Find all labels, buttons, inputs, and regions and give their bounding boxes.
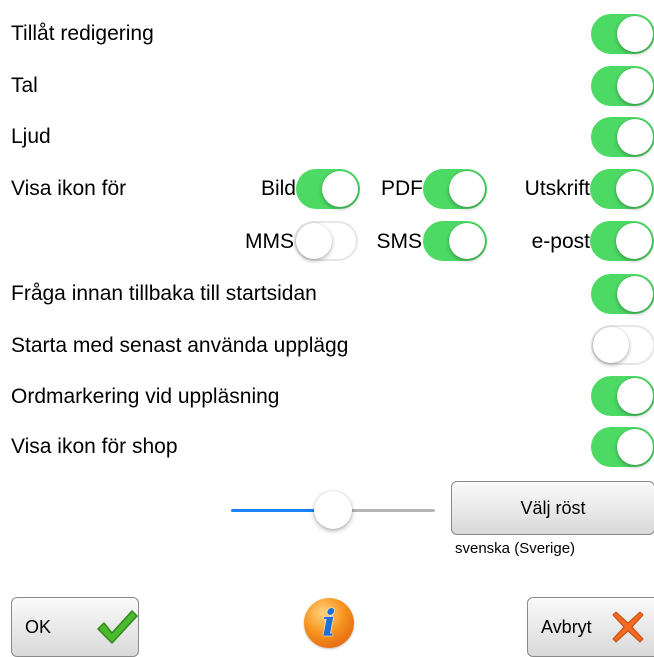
sound-toggle[interactable] bbox=[591, 117, 654, 157]
print-toggle[interactable] bbox=[590, 169, 654, 209]
toggle-knob bbox=[616, 223, 652, 259]
toggle-knob bbox=[322, 171, 358, 207]
image-toggle[interactable] bbox=[296, 169, 360, 209]
toggle-knob bbox=[296, 223, 332, 259]
ok-button[interactable]: OK bbox=[11, 597, 139, 657]
toggle-knob bbox=[449, 223, 485, 259]
cancel-label: Avbryt bbox=[541, 617, 592, 637]
toggle-knob bbox=[617, 378, 653, 414]
word-highlight-toggle[interactable] bbox=[591, 376, 654, 416]
mms-label: MMS bbox=[245, 230, 294, 253]
checkmark-icon bbox=[97, 610, 138, 644]
email-label: e-post bbox=[531, 230, 590, 253]
show-icon-for-label: Visa ikon för bbox=[11, 177, 127, 200]
toggle-knob bbox=[593, 327, 629, 363]
voice-language: svenska (Sverige) bbox=[455, 540, 576, 557]
toggle-knob bbox=[617, 119, 653, 155]
sound-label: Ljud bbox=[11, 125, 51, 148]
start-last-layout-label: Starta med senast använda upplägg bbox=[11, 334, 349, 357]
sms-toggle[interactable] bbox=[423, 221, 487, 261]
toggle-knob bbox=[616, 171, 652, 207]
info-icon[interactable]: i bbox=[304, 598, 354, 648]
toggle-knob bbox=[449, 171, 485, 207]
show-shop-icon-toggle[interactable] bbox=[591, 427, 654, 467]
choose-voice-button[interactable]: Välj röst bbox=[451, 481, 654, 535]
pdf-label: PDF bbox=[381, 177, 423, 200]
show-shop-icon-label: Visa ikon för shop bbox=[11, 435, 178, 458]
speech-toggle[interactable] bbox=[591, 66, 654, 106]
toggle-knob bbox=[617, 276, 653, 312]
allow-edit-label: Tillåt redigering bbox=[11, 22, 154, 45]
image-label: Bild bbox=[260, 177, 296, 200]
ok-label: OK bbox=[25, 617, 52, 637]
email-toggle[interactable] bbox=[590, 221, 654, 261]
choose-voice-label: Välj röst bbox=[520, 497, 586, 518]
sms-label: SMS bbox=[376, 230, 422, 253]
slider-thumb[interactable] bbox=[314, 491, 352, 529]
ask-before-home-label: Fråga innan tillbaka till startsidan bbox=[11, 282, 317, 305]
ask-before-home-toggle[interactable] bbox=[591, 274, 654, 314]
pdf-toggle[interactable] bbox=[423, 169, 487, 209]
word-highlight-label: Ordmarkering vid uppläsning bbox=[11, 385, 280, 408]
close-x-icon bbox=[612, 611, 644, 643]
toggle-knob bbox=[617, 16, 653, 52]
allow-edit-toggle[interactable] bbox=[591, 14, 654, 54]
toggle-knob bbox=[617, 68, 653, 104]
cancel-button[interactable]: Avbryt bbox=[527, 597, 654, 657]
speech-label: Tal bbox=[11, 74, 38, 97]
toggle-knob bbox=[617, 429, 653, 465]
mms-toggle[interactable] bbox=[294, 221, 358, 261]
start-last-layout-toggle[interactable] bbox=[591, 325, 654, 365]
print-label: Utskrift bbox=[524, 177, 590, 200]
